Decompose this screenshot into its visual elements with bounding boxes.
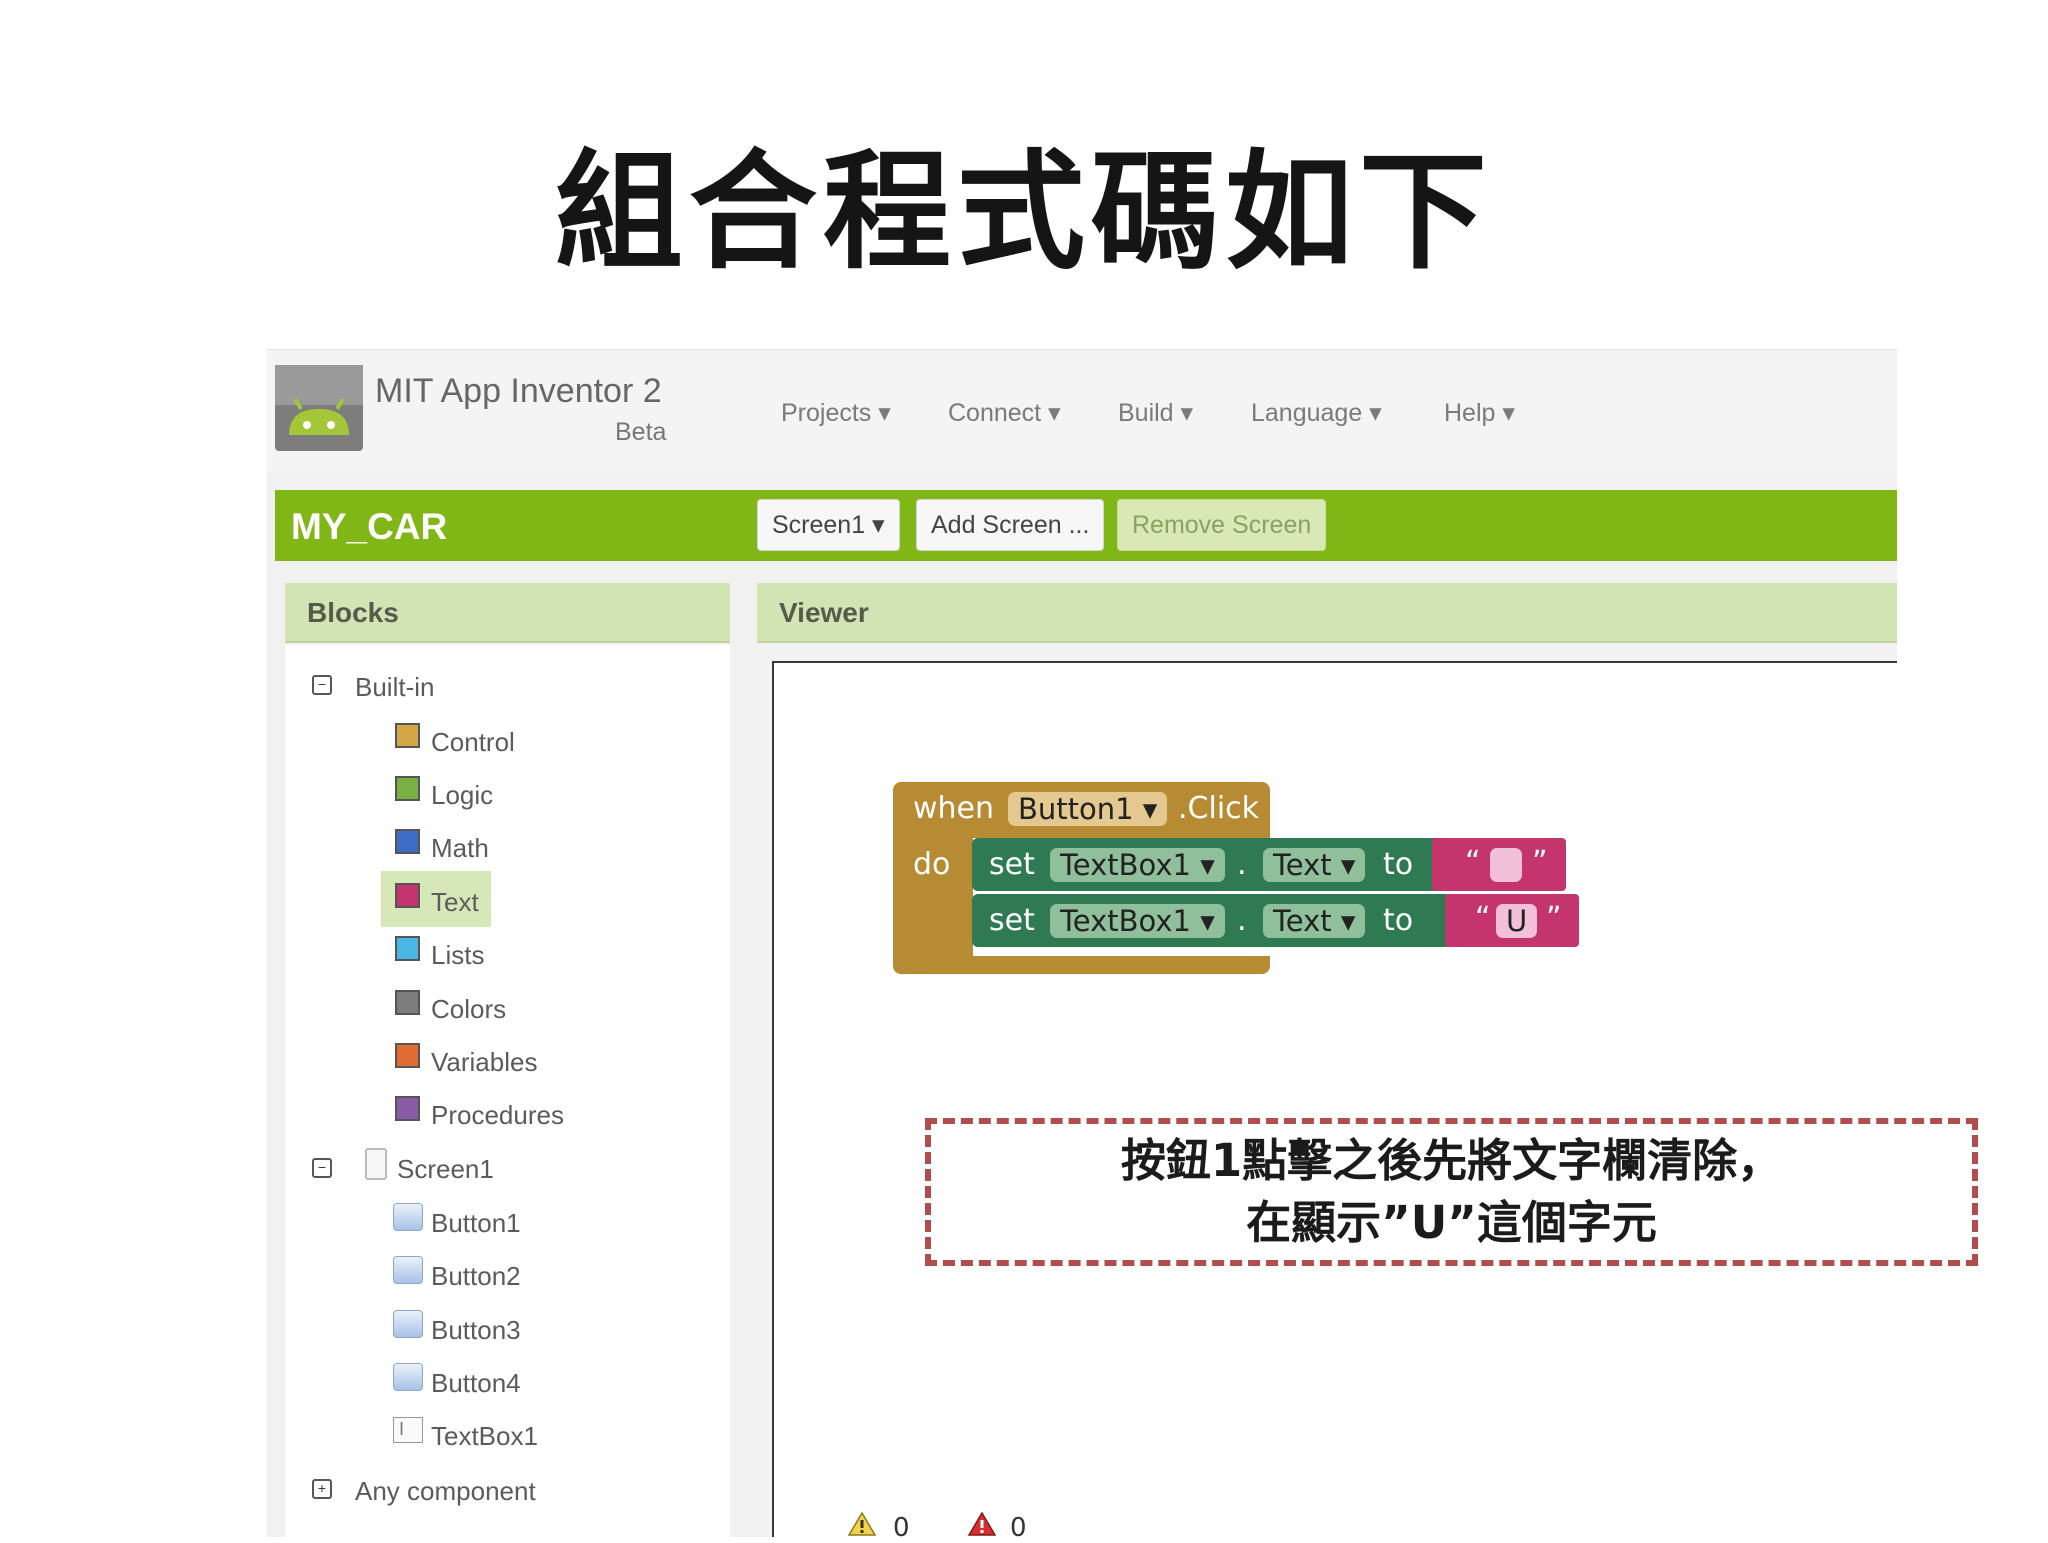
close-quote: ” (1532, 845, 1548, 880)
tree-item-procedures[interactable]: Procedures (431, 1100, 564, 1131)
set-component-dropdown[interactable]: TextBox1 ▾ (1050, 904, 1225, 938)
remove-screen-button[interactable]: Remove Screen (1117, 499, 1327, 551)
tree-item-variables[interactable]: Variables (431, 1047, 537, 1078)
slide-title: 組合程式碼如下 (554, 138, 1493, 287)
variables-swatch-icon (395, 1043, 420, 1068)
dot-separator: . (1237, 847, 1247, 882)
textbox-component-icon: I (393, 1417, 423, 1443)
menu-connect[interactable]: Connect ▾ (948, 398, 1061, 428)
close-quote: ” (1546, 901, 1562, 936)
control-swatch-icon (395, 723, 420, 748)
string-value-field[interactable]: U (1496, 904, 1538, 938)
screen-icon (365, 1148, 387, 1180)
tree-item-math[interactable]: Math (431, 833, 489, 864)
string-value-field[interactable] (1490, 848, 1522, 882)
colors-swatch-icon (395, 990, 420, 1015)
tree-item-button4[interactable]: Button4 (431, 1368, 521, 1399)
collapse-screen1-icon[interactable]: − (312, 1158, 332, 1178)
logic-swatch-icon (395, 776, 420, 801)
menu-help[interactable]: Help ▾ (1444, 398, 1515, 428)
screen-dropdown[interactable]: Screen1 ▾ (757, 499, 900, 551)
blocks-tree (285, 645, 730, 1537)
tree-any-component[interactable]: Any component (355, 1476, 536, 1507)
error-icon[interactable] (968, 1512, 996, 1536)
tree-item-button1[interactable]: Button1 (431, 1208, 521, 1239)
event-component-dropdown[interactable]: Button1 ▾ (1008, 792, 1168, 826)
lists-swatch-icon (395, 936, 420, 961)
set-keyword: set (989, 903, 1035, 938)
top-bar: MIT App Inventor 2 Beta Projects ▾ Conne… (267, 350, 1897, 472)
dot-separator: . (1237, 903, 1247, 938)
button-component-icon (393, 1363, 423, 1391)
tree-item-textbox1[interactable]: TextBox1 (431, 1421, 538, 1452)
when-keyword: when (913, 791, 995, 826)
annotation-line-2: 在顯示”U”這個字元 (1246, 1196, 1657, 1249)
viewer-panel-header: Viewer (757, 583, 1897, 643)
app-edition: Beta (615, 418, 667, 446)
tree-item-text[interactable]: Text (431, 887, 479, 918)
tree-item-button3[interactable]: Button3 (431, 1315, 521, 1346)
tree-item-control[interactable]: Control (431, 727, 515, 758)
warnings-count: 0 (893, 1513, 910, 1543)
blocks-panel-header: Blocks (285, 583, 730, 643)
set-keyword: set (989, 847, 1035, 882)
math-swatch-icon (395, 829, 420, 854)
tree-item-colors[interactable]: Colors (431, 994, 506, 1025)
procedures-swatch-icon (395, 1096, 420, 1121)
annotation-text: 按鈕1點擊之後先將文字欄清除， 在顯示”U”這個字元 (925, 1130, 1978, 1254)
app-title: MIT App Inventor 2 (375, 372, 662, 410)
button-component-icon (393, 1310, 423, 1338)
tree-item-lists[interactable]: Lists (431, 940, 484, 971)
text-swatch-icon (395, 883, 420, 908)
app-inventor-logo-icon (275, 365, 363, 451)
menu-language[interactable]: Language ▾ (1251, 398, 1382, 428)
tree-item-logic[interactable]: Logic (431, 780, 493, 811)
menu-projects[interactable]: Projects ▾ (781, 398, 891, 428)
warning-icon[interactable] (848, 1512, 876, 1536)
button-component-icon (393, 1256, 423, 1284)
tree-screen1[interactable]: Screen1 (397, 1154, 494, 1185)
add-screen-button[interactable]: Add Screen ... (916, 499, 1105, 551)
button-component-icon (393, 1203, 423, 1231)
set-property-dropdown[interactable]: Text ▾ (1263, 848, 1366, 882)
errors-count: 0 (1010, 1513, 1027, 1543)
event-name: .Click (1178, 791, 1260, 826)
collapse-builtin-icon[interactable]: − (312, 675, 332, 695)
expand-any-component-icon[interactable]: + (312, 1479, 332, 1499)
to-keyword: to (1383, 903, 1414, 938)
annotation-line-1: 按鈕1點擊之後先將文字欄清除， (1120, 1134, 1783, 1187)
set-component-dropdown[interactable]: TextBox1 ▾ (1050, 848, 1225, 882)
project-name: MY_CAR (291, 506, 448, 547)
do-keyword: do (913, 847, 951, 882)
menu-build[interactable]: Build ▾ (1118, 398, 1193, 428)
set-property-dropdown[interactable]: Text ▾ (1263, 904, 1366, 938)
open-quote: “ (1465, 845, 1481, 880)
open-quote: “ (1475, 901, 1491, 936)
to-keyword: to (1383, 847, 1414, 882)
tree-item-button2[interactable]: Button2 (431, 1261, 521, 1292)
tree-builtin[interactable]: Built-in (355, 672, 434, 703)
